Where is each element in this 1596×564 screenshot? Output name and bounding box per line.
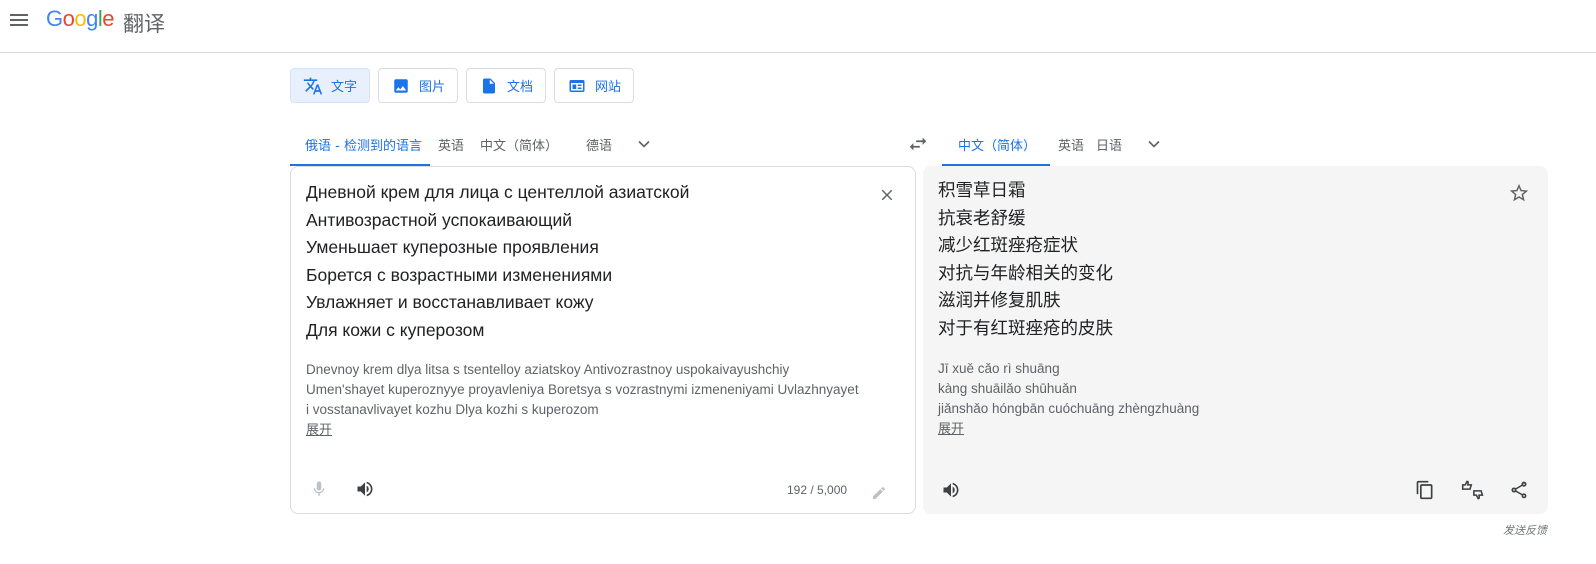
main-menu-icon[interactable] [8,11,30,31]
tab-websites-label: 网站 [595,80,622,95]
voice-input-button[interactable] [303,473,335,505]
google-logo[interactable]: Google [46,6,115,32]
target-language-bar: 中文（简体） 英语 日语 [942,122,1174,166]
source-lang-more-button[interactable] [624,122,664,166]
product-name[interactable]: 翻译 [123,8,165,38]
translation-line: 减少红斑痤疮症状 [938,236,1078,256]
source-lang-chinese[interactable]: 中文（简体） [472,122,566,166]
clear-text-button[interactable] [873,181,901,209]
top-bar: Google 翻译 [0,0,1596,53]
source-text-panel: Дневной крем для лица с центеллой азиатс… [290,166,916,514]
share-icon [1511,481,1527,499]
character-count: 192 / 5,000 [787,483,848,497]
translation-line: 对抗与年龄相关的变化 [938,263,1113,284]
star-outline-icon [1509,183,1529,202]
swap-languages-button[interactable] [904,130,932,158]
source-lang-english[interactable]: 英语 [430,122,472,166]
translation-line: 对于有红斑痤疮的皮肤 [938,318,1113,339]
source-line: Уменьшает куперозные проявления [306,237,599,257]
document-icon [479,76,499,96]
translation-line: 抗衰老舒缓 [938,208,1026,229]
source-line: Борется с возрастными изменениями [306,264,613,285]
translation-listen-button[interactable] [935,474,967,506]
tab-text-label: 文字 [331,80,358,95]
source-line: Увлажняет и восстанавливает кожу [306,292,594,312]
website-icon [567,76,587,96]
translation-transliteration: Jī xuě cǎo rì shuāng kàng shuāilǎo shūhu… [938,359,1199,440]
target-lang-chinese[interactable]: 中文（简体） [942,122,1051,166]
source-expand-link[interactable]: 展开 [306,421,332,441]
translation-output: 积雪草日霜 抗衰老舒缓 减少红斑痤疮症状 对抗与年龄相关的变化 滋润并修复肌肤 … [938,178,1113,343]
copy-icon [1416,480,1433,500]
source-line: Дневной крем для лица с центеллой азиатс… [306,182,690,202]
tab-images-label: 图片 [419,80,446,95]
speaker-icon [943,482,959,498]
tab-websites[interactable]: 网站 [554,68,635,103]
source-transliteration: Dnevnoy krem dlya litsa s tsentelloy azi… [306,360,876,441]
send-feedback-link[interactable]: 发送反馈 [1503,522,1547,538]
tab-documents[interactable]: 文档 [466,68,547,103]
chevron-down-icon [638,140,650,148]
rate-translation-button[interactable] [1457,474,1489,506]
tab-documents-label: 文档 [507,80,534,95]
swap-icon [909,137,927,151]
translate-icon [303,76,323,96]
source-lang-german[interactable]: 德语 [566,122,624,166]
source-language-bar: 俄语 - 检测到的语言 英语 中文（简体） 德语 [290,122,664,166]
pencil-icon [873,486,886,499]
source-text-input[interactable]: Дневной крем для лица с центеллой азиатс… [306,179,866,344]
save-translation-button[interactable] [1503,177,1535,209]
chevron-down-icon [1148,140,1160,148]
target-lang-english[interactable]: 英语 [1050,122,1092,166]
source-listen-button[interactable] [349,473,381,505]
thumbs-up-down-icon [1461,480,1484,500]
handwriting-button[interactable] [863,477,895,509]
close-icon [881,189,893,201]
mode-tabs: 文字 图片 文档 网站 [290,68,635,103]
translation-panel: 积雪草日霜 抗衰老舒缓 减少红斑痤疮症状 对抗与年龄相关的变化 滋润并修复肌肤 … [923,166,1548,514]
tab-text[interactable]: 文字 [290,68,371,103]
source-line: Для кожи с куперозом [306,319,485,340]
source-lang-detected[interactable]: 俄语 - 检测到的语言 [290,122,430,166]
share-translation-button[interactable] [1503,474,1535,506]
speaker-icon [357,481,373,497]
target-lang-more-button[interactable] [1134,122,1174,166]
translation-expand-link[interactable]: 展开 [938,420,964,440]
translation-line: 积雪草日霜 [938,181,1026,201]
copy-translation-button[interactable] [1409,474,1441,506]
target-lang-japanese[interactable]: 日语 [1092,122,1134,166]
tab-images[interactable]: 图片 [378,68,459,103]
microphone-icon [313,481,325,496]
translation-line: 滋润并修复肌肤 [938,291,1061,311]
source-line: Антивозрастной успокаивающий [306,209,573,230]
image-icon [391,76,411,96]
